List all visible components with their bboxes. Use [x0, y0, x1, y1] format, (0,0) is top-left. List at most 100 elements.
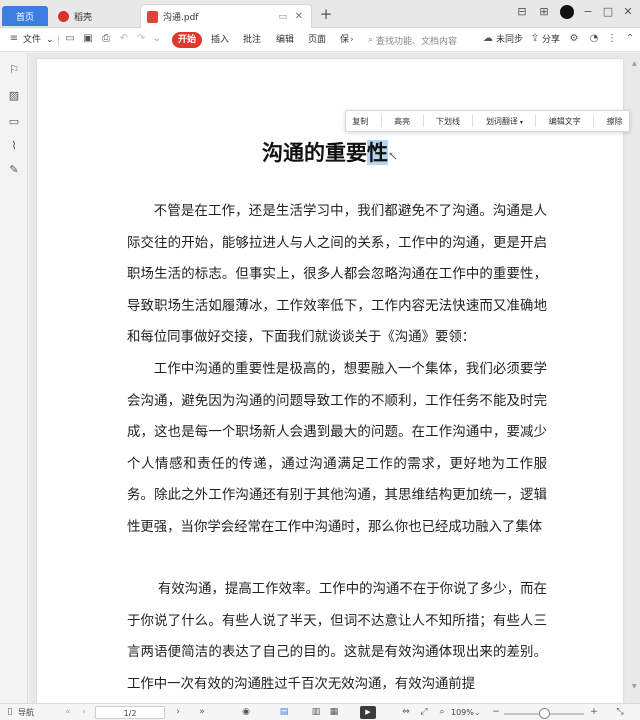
last-page-icon[interactable]: »	[196, 706, 208, 719]
more-arrow-icon[interactable]: ⌄	[151, 33, 163, 45]
tab-start[interactable]: 开始	[172, 32, 203, 48]
divider	[535, 115, 537, 127]
double-page-view-icon[interactable]: ▥	[310, 706, 322, 719]
selection-toolbar: 复制 高亮 下划线 划词翻译 ▾ 编辑文字 擦除	[345, 110, 630, 132]
divider	[58, 35, 59, 46]
edit-text-button[interactable]: 编辑文字	[549, 116, 581, 127]
pdf-file-icon	[147, 10, 158, 23]
collapse-toolbar-icon[interactable]: ⌃	[624, 33, 636, 45]
tab-home[interactable]: 首页	[2, 6, 48, 26]
avatar[interactable]	[560, 5, 574, 19]
menu-icon[interactable]: ≡	[8, 33, 20, 45]
zoom-in-icon[interactable]: +	[588, 706, 600, 719]
previous-page-icon[interactable]: ‹	[78, 706, 90, 719]
divider	[593, 115, 595, 127]
search-input[interactable]: ⌕ 查找功能、文档内容	[368, 32, 476, 48]
document-page[interactable]: 沟通的重要性↖ 不管是在工作，还是生活学习中，我们都避免不了沟通。沟通是人际交往…	[37, 59, 623, 703]
fullscreen-icon[interactable]: ⤡	[614, 706, 626, 719]
file-menu[interactable]: 文件	[23, 32, 41, 48]
more-options-icon[interactable]: ⋮	[606, 33, 618, 45]
status-bar: ▯ 导航 « ‹ 1/2 › » ◉ ▤ ▥ ▦ ▶ ⇔ ⤢ ⌕ 109% ⌄ …	[0, 703, 640, 720]
tab-document[interactable]: 沟通.pdf ▭ ✕	[140, 4, 312, 28]
daoke-logo-icon	[58, 10, 69, 22]
scroll-up-icon[interactable]: ▲	[632, 60, 637, 67]
comment-icon[interactable]: ▭	[7, 115, 21, 129]
first-page-icon[interactable]: «	[62, 706, 74, 719]
minimize-button[interactable]: −	[580, 5, 596, 18]
navigation-button[interactable]: 导航	[18, 706, 34, 719]
page-number-input[interactable]: 1/2	[95, 706, 165, 719]
document-viewport[interactable]: 沟通的重要性↖ 不管是在工作，还是生活学习中，我们都避免不了沟通。沟通是人际交往…	[29, 53, 640, 703]
zoom-out-icon[interactable]: −	[490, 706, 502, 719]
chevron-down-icon: ▾	[517, 118, 523, 126]
translate-label: 划词翻译	[485, 116, 518, 126]
translate-button[interactable]: 划词翻译 ▾	[486, 116, 523, 127]
document-title-text: 沟通的重要	[261, 140, 367, 165]
eye-icon[interactable]: ◉	[240, 706, 252, 719]
grid-icon[interactable]: ⊞	[536, 5, 552, 18]
copy-button[interactable]: 复制	[352, 116, 368, 127]
single-page-view-icon[interactable]: ▤	[278, 706, 290, 719]
image-icon[interactable]: ▨	[7, 89, 21, 103]
sync-status[interactable]: 未同步	[496, 32, 523, 48]
divider	[380, 115, 382, 127]
share-icon[interactable]: ⇪	[529, 33, 541, 45]
play-icon[interactable]: ▶	[360, 706, 376, 719]
erase-button[interactable]: 擦除	[607, 116, 623, 127]
open-folder-icon[interactable]: ▭	[64, 33, 76, 45]
notification-icon[interactable]: ◔	[588, 33, 600, 45]
scroll-tabs-right-icon[interactable]: ›	[350, 32, 354, 48]
maximize-button[interactable]: □	[600, 5, 616, 18]
tab-more[interactable]: 保	[340, 32, 349, 48]
tab-close-icon[interactable]: ✕	[295, 11, 303, 22]
paragraph-3[interactable]: 有效沟通，提高工作效率。工作中的沟通不在于你说了多少，而在于你说了什么。有些人说…	[127, 574, 547, 700]
highlight-button[interactable]: 高亮	[394, 116, 410, 127]
title-bar: 首页 稻壳 沟通.pdf ▭ ✕ + ⊟ ⊞ − □ ✕	[0, 0, 640, 28]
vertical-scrollbar[interactable]: ▲ ▼	[632, 60, 637, 690]
selected-text[interactable]: 性	[366, 140, 388, 165]
search-placeholder: 查找功能、文档内容	[376, 36, 458, 47]
tab-document-label: 沟通.pdf	[163, 13, 199, 23]
save-icon[interactable]: ▣	[82, 33, 94, 45]
zoom-dropdown-icon[interactable]: ⌄	[474, 706, 481, 719]
tab-home-label: 首页	[15, 12, 34, 23]
zoom-level[interactable]: 109%	[451, 706, 474, 719]
fit-width-icon[interactable]: ⇔	[400, 706, 412, 719]
file-menu-arrow-icon[interactable]: ⌄	[46, 32, 54, 48]
bookmark-icon[interactable]: ⚐	[7, 63, 21, 77]
zoom-icon[interactable]: ⌕	[436, 706, 448, 719]
tab-daoke[interactable]: 稻壳	[52, 4, 136, 28]
paragraph-2[interactable]: 工作中沟通的重要性是极高的，想要融入一个集体，我们必须要学会沟通，避免因为沟通的…	[127, 354, 547, 544]
underline-button[interactable]: 下划线	[436, 116, 460, 127]
divider	[472, 115, 474, 127]
next-page-icon[interactable]: ›	[172, 706, 184, 719]
fit-page-icon[interactable]: ⤢	[418, 706, 430, 719]
tab-annotate[interactable]: 批注	[243, 32, 261, 48]
new-tab-button[interactable]: +	[318, 6, 334, 22]
scroll-down-icon[interactable]: ▼	[632, 683, 637, 690]
attachment-icon[interactable]: ⌇	[7, 139, 21, 153]
tab-page[interactable]: 页面	[308, 32, 326, 48]
search-icon: ⌕	[368, 35, 374, 45]
divider	[422, 115, 424, 127]
cursor-icon: ↖	[387, 149, 399, 163]
zoom-slider-thumb[interactable]	[538, 708, 550, 719]
print-icon[interactable]: ⎙	[100, 33, 112, 45]
undo-icon[interactable]: ↶	[118, 33, 130, 45]
document-title[interactable]: 沟通的重要性↖	[37, 137, 623, 167]
settings-icon[interactable]: ⚙	[568, 33, 580, 45]
paragraph-1[interactable]: 不管是在工作，还是生活学习中，我们都避免不了沟通。沟通是人际交往的开始，能够拉进…	[127, 196, 547, 354]
cloud-sync-icon[interactable]: ☁	[482, 33, 494, 45]
tab-edit[interactable]: 编辑	[276, 32, 294, 48]
navigation-icon[interactable]: ▯	[4, 706, 16, 719]
tab-insert[interactable]: 插入	[211, 32, 229, 48]
signature-icon[interactable]: ✎	[7, 163, 21, 177]
continuous-view-icon[interactable]: ▦	[328, 706, 340, 719]
layout-icon[interactable]: ⊟	[514, 5, 530, 18]
screen-icon[interactable]: ▭	[278, 12, 287, 22]
close-window-button[interactable]: ✕	[620, 5, 636, 18]
left-sidebar: ⚐ ▨ ▭ ⌇ ✎	[0, 53, 28, 703]
tab-daoke-label: 稻壳	[74, 12, 93, 23]
share-button[interactable]: 分享	[542, 32, 560, 48]
redo-icon[interactable]: ↷	[135, 33, 147, 45]
